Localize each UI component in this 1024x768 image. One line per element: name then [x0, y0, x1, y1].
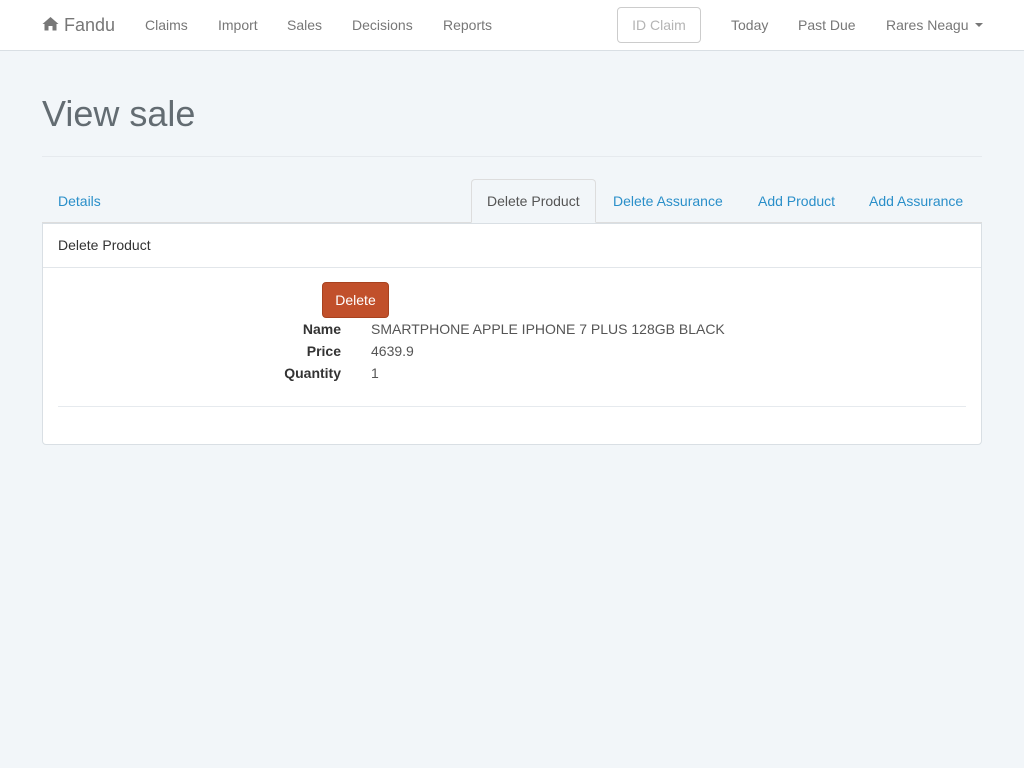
tab-details[interactable]: Details	[43, 179, 116, 223]
quantity-value: 1	[371, 365, 379, 381]
price-value: 4639.9	[371, 343, 414, 359]
panel-divider	[58, 406, 966, 407]
header-divider	[42, 156, 982, 157]
nav-reports[interactable]: Reports	[443, 17, 492, 33]
user-menu[interactable]: Rares Neagu	[886, 17, 983, 33]
id-claim-input[interactable]	[617, 7, 701, 43]
tab-delete-assurance[interactable]: Delete Assurance	[598, 179, 738, 223]
nav-sales[interactable]: Sales	[287, 17, 322, 33]
top-navbar: Fandu Claims Import Sales Decisions Repo…	[0, 0, 1024, 51]
tab-add-assurance[interactable]: Add Assurance	[854, 179, 978, 223]
page-title: View sale	[42, 93, 196, 134]
price-label: Price	[306, 343, 341, 359]
tab-delete-product[interactable]: Delete Product	[471, 179, 596, 223]
nav-import[interactable]: Import	[218, 17, 258, 33]
brand-name: Fandu	[64, 14, 116, 35]
delete-product-panel: Delete Product Delete Name SMARTPHONE AP…	[42, 223, 982, 445]
home-icon	[42, 15, 64, 36]
chevron-down-icon	[974, 23, 983, 27]
tab-add-product[interactable]: Add Product	[743, 179, 850, 223]
quantity-label: Quantity	[284, 365, 341, 381]
brand-link[interactable]: Fandu	[42, 14, 115, 36]
nav-past-due[interactable]: Past Due	[798, 17, 856, 33]
user-name: Rares Neagu	[886, 17, 969, 33]
nav-decisions[interactable]: Decisions	[352, 17, 413, 33]
nav-today[interactable]: Today	[731, 17, 768, 33]
delete-button[interactable]: Delete	[322, 282, 389, 318]
panel-heading: Delete Product	[43, 224, 981, 268]
nav-claims[interactable]: Claims	[145, 17, 188, 33]
name-label: Name	[302, 321, 341, 337]
name-value: SMARTPHONE APPLE IPHONE 7 PLUS 128GB BLA…	[371, 321, 725, 337]
